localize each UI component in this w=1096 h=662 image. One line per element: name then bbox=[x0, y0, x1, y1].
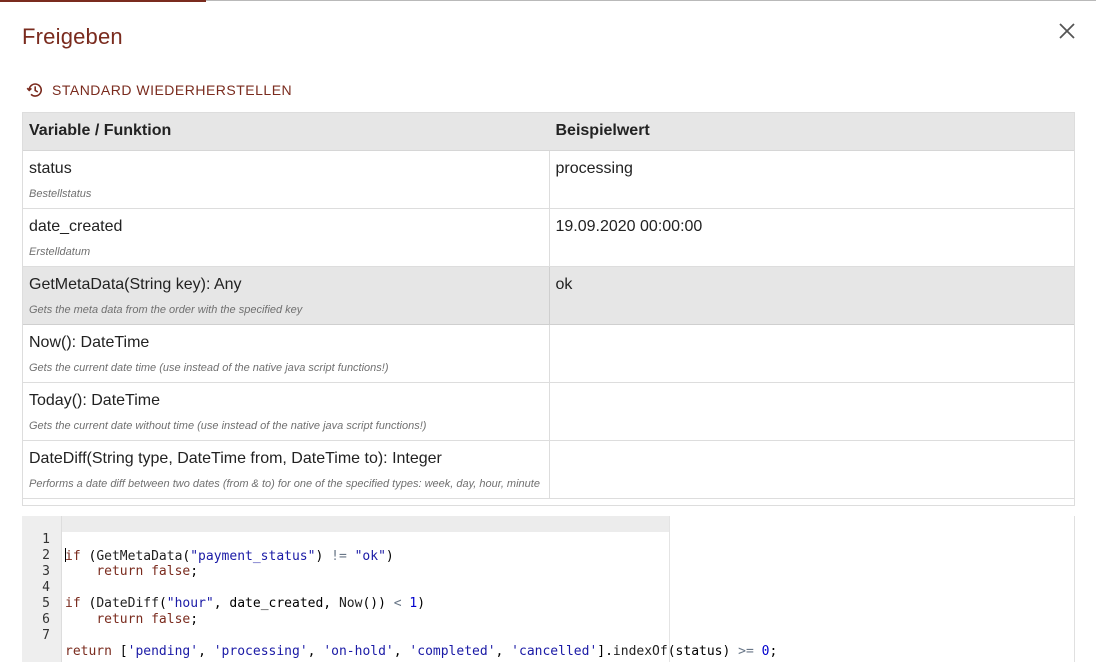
example-value: ok bbox=[555, 275, 573, 293]
token: "payment_status" bbox=[190, 549, 316, 564]
line-number: 7 bbox=[42, 628, 50, 643]
token: if bbox=[65, 596, 81, 611]
example-cell bbox=[549, 382, 1074, 441]
history-icon bbox=[26, 81, 44, 99]
token: return bbox=[65, 644, 112, 659]
token: Now bbox=[338, 596, 363, 611]
example-cell: 19.09.2020 00:00:00 bbox=[549, 208, 1074, 267]
variable-name: GetMetaData(String key): Any bbox=[29, 275, 242, 293]
close-icon bbox=[1059, 23, 1075, 39]
token: < bbox=[393, 596, 402, 611]
code-line[interactable]: 7 return ['pending', 'processing', 'on-h… bbox=[22, 612, 777, 659]
variable-name: DateDiff(String type, DateTime from, Dat… bbox=[29, 449, 442, 467]
code-line[interactable]: 2 return false; bbox=[22, 532, 198, 579]
code-text[interactable]: return false; bbox=[65, 564, 198, 580]
variable-name: date_created bbox=[29, 217, 123, 235]
example-cell bbox=[549, 324, 1074, 383]
variable-name: Now(): DateTime bbox=[29, 333, 150, 351]
token: 0 bbox=[761, 644, 770, 659]
example-cell: ok bbox=[549, 266, 1074, 325]
code-line[interactable]: 6 bbox=[22, 596, 53, 627]
code-editor[interactable]: 1 if (GetMetaData("payment_status") != "… bbox=[22, 516, 1075, 662]
token: "hour" bbox=[166, 596, 214, 611]
token: indexOf bbox=[612, 644, 668, 659]
code-line[interactable]: 5 return false; bbox=[22, 580, 198, 627]
table-row[interactable]: Now(): DateTime Gets the current date ti… bbox=[23, 324, 1074, 383]
variable-description: Gets the current date time (use instead … bbox=[29, 361, 389, 374]
variable-cell: Now(): DateTime Gets the current date ti… bbox=[23, 324, 550, 383]
table-row-selected[interactable]: GetMetaData(String key): Any Gets the me… bbox=[23, 266, 1074, 325]
restore-default-label: STANDARD WIEDERHERSTELLEN bbox=[52, 82, 293, 98]
token: 'pending' bbox=[127, 644, 199, 659]
token: "ok" bbox=[354, 549, 386, 564]
token: 1 bbox=[409, 596, 418, 611]
token: return bbox=[96, 612, 144, 627]
token: 'processing' bbox=[213, 644, 308, 659]
token: 'cancelled' bbox=[511, 644, 598, 659]
variable-cell: status Bestellstatus bbox=[23, 150, 550, 209]
table-row[interactable]: date_created Erstelldatum 19.09.2020 00:… bbox=[23, 208, 1074, 267]
active-tab-indicator bbox=[0, 0, 206, 2]
column-header-example: Beispielwert bbox=[549, 113, 1074, 151]
variable-description: Gets the current date without time (use … bbox=[29, 419, 427, 432]
variable-name: status bbox=[29, 159, 72, 177]
token: false bbox=[151, 612, 191, 627]
example-value: 19.09.2020 00:00:00 bbox=[555, 217, 703, 235]
variable-cell: date_created Erstelldatum bbox=[23, 208, 550, 267]
example-cell: processing bbox=[549, 150, 1074, 209]
variable-description: Bestellstatus bbox=[29, 187, 92, 200]
restore-default-button[interactable]: STANDARD WIEDERHERSTELLEN bbox=[26, 80, 292, 100]
close-button[interactable] bbox=[1056, 20, 1078, 42]
token: 'on-hold' bbox=[323, 644, 394, 659]
token: GetMetaData bbox=[96, 549, 183, 564]
variable-name: Today(): DateTime bbox=[29, 391, 160, 409]
table-row[interactable]: DateDiff(String type, DateTime from, Dat… bbox=[23, 440, 1074, 499]
token: != bbox=[331, 549, 347, 564]
token: return bbox=[96, 564, 144, 579]
code-text[interactable]: return ['pending', 'processing', 'on-hol… bbox=[65, 644, 777, 660]
variable-cell: DateDiff(String type, DateTime from, Dat… bbox=[23, 440, 550, 499]
active-line-highlight bbox=[62, 516, 669, 532]
token: DateDiff bbox=[96, 596, 159, 611]
editor-border bbox=[1074, 516, 1075, 662]
column-header-variable: Variable / Funktion bbox=[23, 113, 550, 151]
variable-description: Gets the meta data from the order with t… bbox=[29, 303, 303, 316]
table-row[interactable]: Today(): DateTime Gets the current date … bbox=[23, 382, 1074, 441]
variable-description: Erstelldatum bbox=[29, 245, 91, 258]
table-row[interactable]: status Bestellstatus processing bbox=[23, 150, 1074, 209]
dialog-title: Freigeben bbox=[22, 24, 123, 49]
code-line[interactable]: 1 if (GetMetaData("payment_status") != "… bbox=[22, 516, 394, 564]
print-margin bbox=[669, 516, 670, 662]
token: 'completed' bbox=[409, 644, 496, 659]
token: false bbox=[151, 564, 191, 579]
variable-cell: GetMetaData(String key): Any Gets the me… bbox=[23, 266, 550, 325]
code-line[interactable]: 4 if (DateDiff("hour", date_created, Now… bbox=[22, 564, 425, 611]
variables-table: Variable / Funktion Beispielwert status … bbox=[22, 112, 1075, 506]
variable-cell: Today(): DateTime Gets the current date … bbox=[23, 382, 550, 441]
code-text[interactable]: if (DateDiff("hour", date_created, Now()… bbox=[65, 596, 425, 612]
code-line[interactable]: 3 bbox=[22, 548, 53, 579]
example-cell bbox=[549, 440, 1074, 499]
variable-description: Performs a date diff between two dates (… bbox=[29, 477, 540, 490]
token: if bbox=[65, 549, 81, 564]
code-text[interactable]: return false; bbox=[65, 612, 198, 628]
table-header-row: Variable / Funktion Beispielwert bbox=[23, 113, 1074, 151]
code-text[interactable]: if (GetMetaData("payment_status") != "ok… bbox=[65, 548, 394, 565]
token: >= bbox=[738, 644, 754, 659]
example-value: processing bbox=[555, 159, 633, 177]
